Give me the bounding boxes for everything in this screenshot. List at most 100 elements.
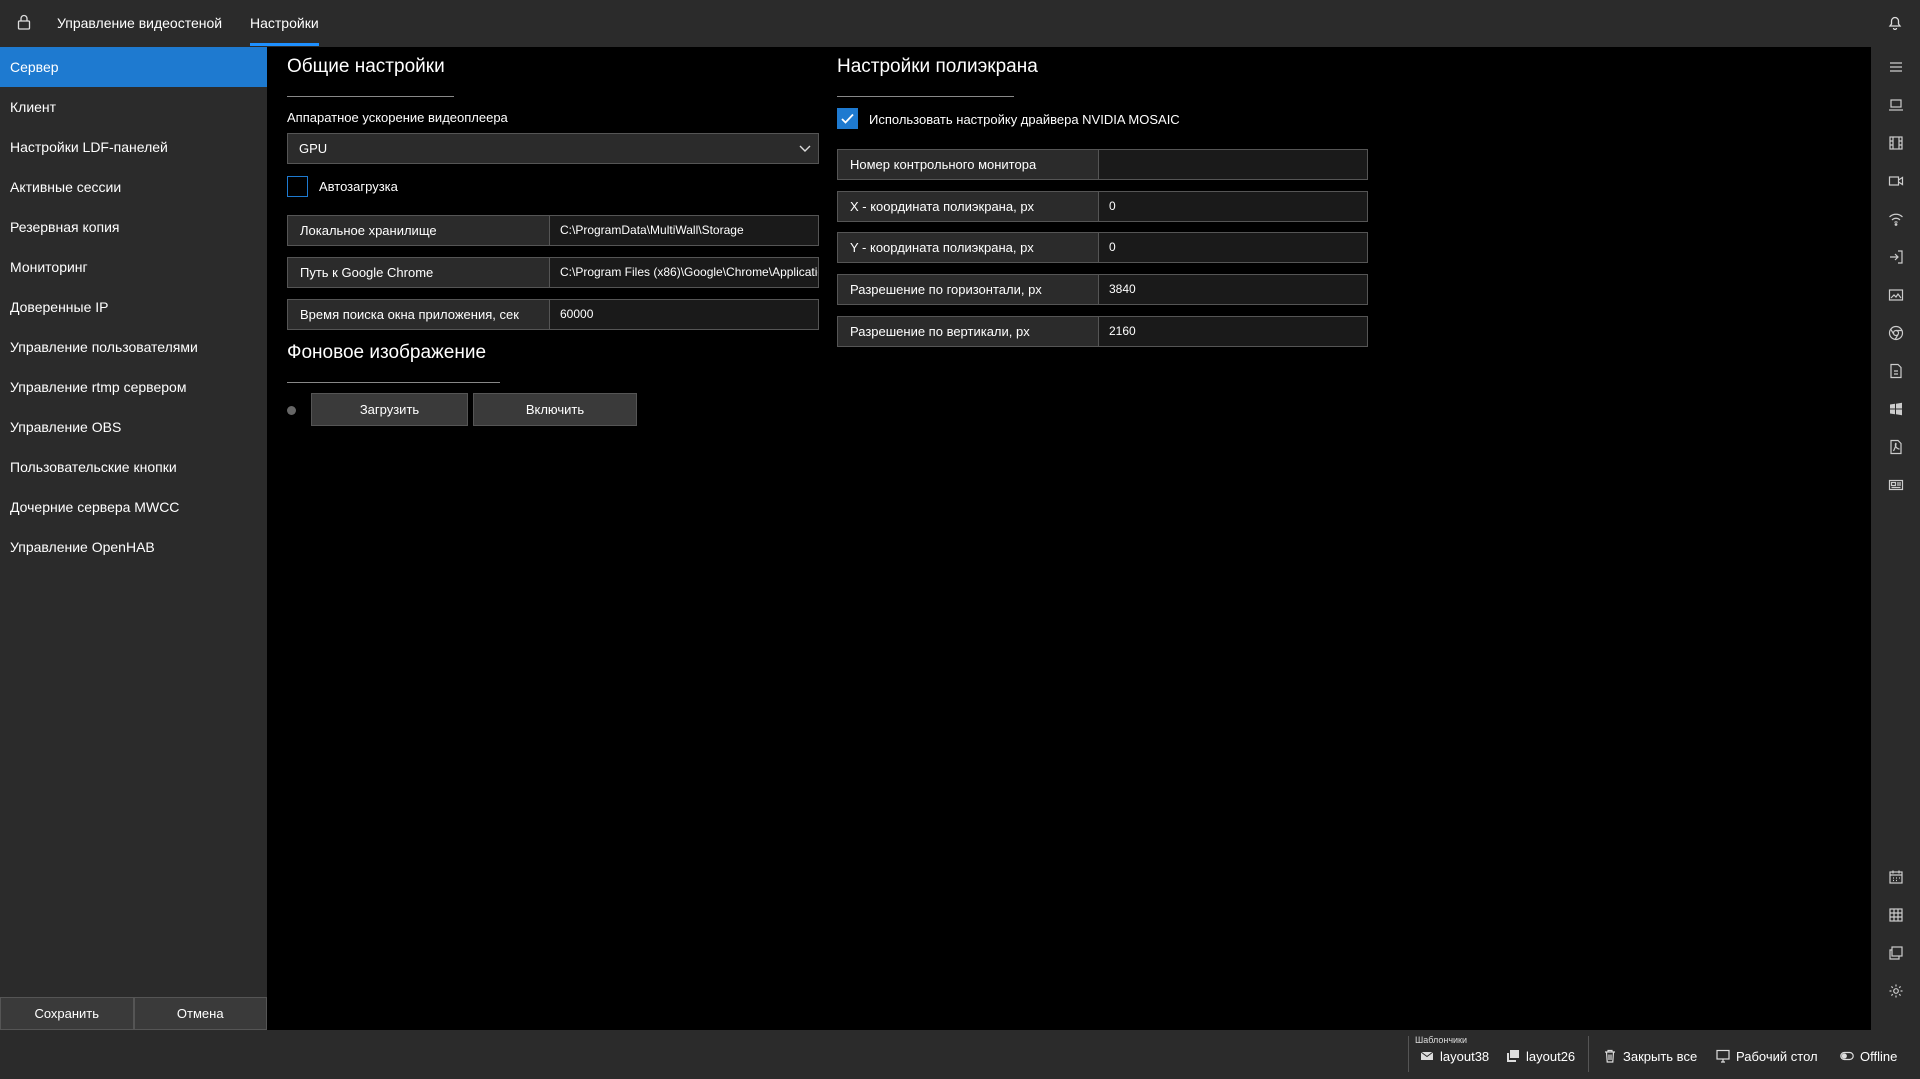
calendar-icon[interactable] bbox=[1888, 869, 1904, 885]
chrome-path-label: Путь к Google Chrome bbox=[288, 258, 550, 287]
camera-icon[interactable] bbox=[1888, 173, 1904, 189]
sidebar-item-obs[interactable]: Управление OBS bbox=[0, 407, 267, 447]
layout26-button[interactable]: layout26 bbox=[1506, 1047, 1575, 1065]
sidebar-item-monitoring[interactable]: Мониторинг bbox=[0, 247, 267, 287]
active-tab-indicator bbox=[250, 43, 319, 46]
chrome-path-field[interactable]: C:\Program Files (x86)\Google\Chrome\App… bbox=[550, 258, 818, 287]
checkmark-icon bbox=[841, 113, 854, 124]
desktop-button[interactable]: Рабочий стол bbox=[1716, 1047, 1818, 1065]
h-resolution-label: Разрешение по горизонтали, px bbox=[838, 275, 1099, 304]
gear-icon[interactable] bbox=[1888, 983, 1904, 999]
top-bar: Управление видеостеной Настройки bbox=[0, 0, 1920, 47]
sidebar-item-openhab[interactable]: Управление OpenHAB bbox=[0, 527, 267, 567]
background-underline bbox=[287, 382, 500, 383]
window-search-field[interactable]: 60000 bbox=[550, 300, 818, 329]
sidebar-item-child-servers[interactable]: Дочерние сервера MWCC bbox=[0, 487, 267, 527]
x-coord-label: X - координата полиэкрана, px bbox=[838, 192, 1099, 221]
bottom-bar: Шаблончики layout38 layout26 Закрыть все… bbox=[0, 1030, 1920, 1079]
pdf-icon[interactable] bbox=[1888, 363, 1904, 379]
general-settings-underline bbox=[287, 96, 454, 97]
window-search-label: Время поиска окна приложения, сек bbox=[288, 300, 550, 329]
control-monitor-row: Номер контрольного монитора bbox=[837, 149, 1368, 180]
offline-status[interactable]: Offline bbox=[1840, 1047, 1897, 1065]
storage-row: Локальное хранилище C:\ProgramData\Multi… bbox=[287, 215, 819, 246]
background-title: Фоновое изображение bbox=[287, 342, 487, 363]
chrome-path-row: Путь к Google Chrome C:\Program Files (x… bbox=[287, 257, 819, 288]
x-coord-field[interactable]: 0 bbox=[1099, 192, 1367, 221]
sidebar-item-users[interactable]: Управление пользователями bbox=[0, 327, 267, 367]
windows-stack-icon bbox=[1507, 1050, 1519, 1062]
sidebar: Сервер Клиент Настройки LDF-панелей Акти… bbox=[0, 47, 267, 1030]
window-search-row: Время поиска окна приложения, сек 60000 bbox=[287, 299, 819, 330]
y-coord-row: Y - координата полиэкрана, px 0 bbox=[837, 232, 1368, 263]
sidebar-item-server[interactable]: Сервер bbox=[0, 47, 267, 87]
cancel-button[interactable]: Отмена bbox=[133, 997, 267, 1030]
h-resolution-row: Разрешение по горизонтали, px 3840 bbox=[837, 274, 1368, 305]
y-coord-field[interactable]: 0 bbox=[1099, 233, 1367, 262]
grid-icon[interactable] bbox=[1888, 907, 1904, 923]
bottom-separator bbox=[1588, 1036, 1589, 1072]
close-all-button[interactable]: Закрыть все bbox=[1603, 1047, 1697, 1065]
templates-caption: Шаблончики bbox=[1415, 1035, 1468, 1045]
nav-settings[interactable]: Настройки bbox=[250, 0, 319, 47]
sidebar-item-custom-buttons[interactable]: Пользовательские кнопки bbox=[0, 447, 267, 487]
storage-field[interactable]: C:\ProgramData\MultiWall\Storage bbox=[550, 216, 818, 245]
autoload-checkbox[interactable] bbox=[287, 176, 308, 197]
desktop-label: Рабочий стол bbox=[1736, 1048, 1818, 1064]
hw-accel-select[interactable]: GPU bbox=[287, 133, 819, 164]
wifi-icon[interactable] bbox=[1888, 211, 1904, 227]
polyscreen-underline bbox=[837, 96, 1014, 97]
y-coord-label: Y - координата полиэкрана, px bbox=[838, 233, 1099, 262]
sign-in-icon[interactable] bbox=[1888, 249, 1904, 265]
mosaic-label: Использовать настройку драйвера NVIDIA M… bbox=[869, 112, 1180, 127]
layout38-label: layout38 bbox=[1440, 1048, 1490, 1064]
bottom-separator bbox=[1408, 1036, 1409, 1072]
envelope-icon bbox=[1420, 1051, 1434, 1060]
sidebar-item-ldf-panels[interactable]: Настройки LDF-панелей bbox=[0, 127, 267, 167]
windows-stack-icon[interactable] bbox=[1888, 945, 1904, 961]
sidebar-item-client[interactable]: Клиент bbox=[0, 87, 267, 127]
upload-button[interactable]: Загрузить bbox=[311, 393, 468, 426]
chrome-icon[interactable] bbox=[1888, 325, 1904, 341]
trash-icon bbox=[1605, 1049, 1615, 1063]
chevron-down-icon bbox=[799, 145, 811, 152]
acrobat-icon[interactable] bbox=[1888, 439, 1904, 455]
layout26-label: layout26 bbox=[1526, 1048, 1576, 1064]
background-status-dot bbox=[287, 406, 296, 415]
v-resolution-field[interactable]: 2160 bbox=[1099, 317, 1367, 346]
sidebar-item-backup[interactable]: Резервная копия bbox=[0, 207, 267, 247]
news-icon[interactable] bbox=[1888, 477, 1904, 493]
monitor-icon bbox=[1716, 1049, 1730, 1063]
hw-accel-value: GPU bbox=[299, 141, 328, 156]
sidebar-item-trusted-ip[interactable]: Доверенные IP bbox=[0, 287, 267, 327]
sidebar-item-rtmp[interactable]: Управление rtmp сервером bbox=[0, 367, 267, 407]
offline-label: Offline bbox=[1860, 1048, 1898, 1064]
sidebar-actions: Сохранить Отмена bbox=[0, 997, 267, 1030]
h-resolution-field[interactable]: 3840 bbox=[1099, 275, 1367, 304]
x-coord-row: X - координата полиэкрана, px 0 bbox=[837, 191, 1368, 222]
layout38-button[interactable]: layout38 bbox=[1420, 1047, 1489, 1065]
storage-label: Локальное хранилище bbox=[288, 216, 550, 245]
save-button[interactable]: Сохранить bbox=[0, 997, 134, 1030]
lock-icon[interactable] bbox=[17, 14, 31, 30]
mosaic-checkbox[interactable] bbox=[837, 108, 858, 129]
image-icon[interactable] bbox=[1888, 287, 1904, 303]
control-monitor-label: Номер контрольного монитора bbox=[838, 150, 1099, 179]
toggle-icon bbox=[1840, 1051, 1854, 1061]
right-rail bbox=[1871, 47, 1920, 1030]
polyscreen-title: Настройки полиэкрана bbox=[837, 56, 1038, 77]
hw-accel-label: Аппаратное ускорение видеоплеера bbox=[287, 110, 508, 125]
nav-settings-label: Настройки bbox=[250, 15, 319, 31]
laptop-icon[interactable] bbox=[1888, 97, 1904, 113]
film-icon[interactable] bbox=[1888, 135, 1904, 151]
windows-icon[interactable] bbox=[1888, 401, 1904, 417]
close-all-label: Закрыть все bbox=[1623, 1048, 1698, 1064]
menu-icon[interactable] bbox=[1888, 59, 1904, 75]
sidebar-item-active-sessions[interactable]: Активные сессии bbox=[0, 167, 267, 207]
control-monitor-field[interactable] bbox=[1099, 150, 1367, 179]
v-resolution-label: Разрешение по вертикали, px bbox=[838, 317, 1099, 346]
enable-button[interactable]: Включить bbox=[473, 393, 637, 426]
autoload-label: Автозагрузка bbox=[319, 179, 398, 194]
nav-videowall[interactable]: Управление видеостеной bbox=[57, 0, 222, 47]
bell-icon[interactable] bbox=[1887, 14, 1903, 30]
